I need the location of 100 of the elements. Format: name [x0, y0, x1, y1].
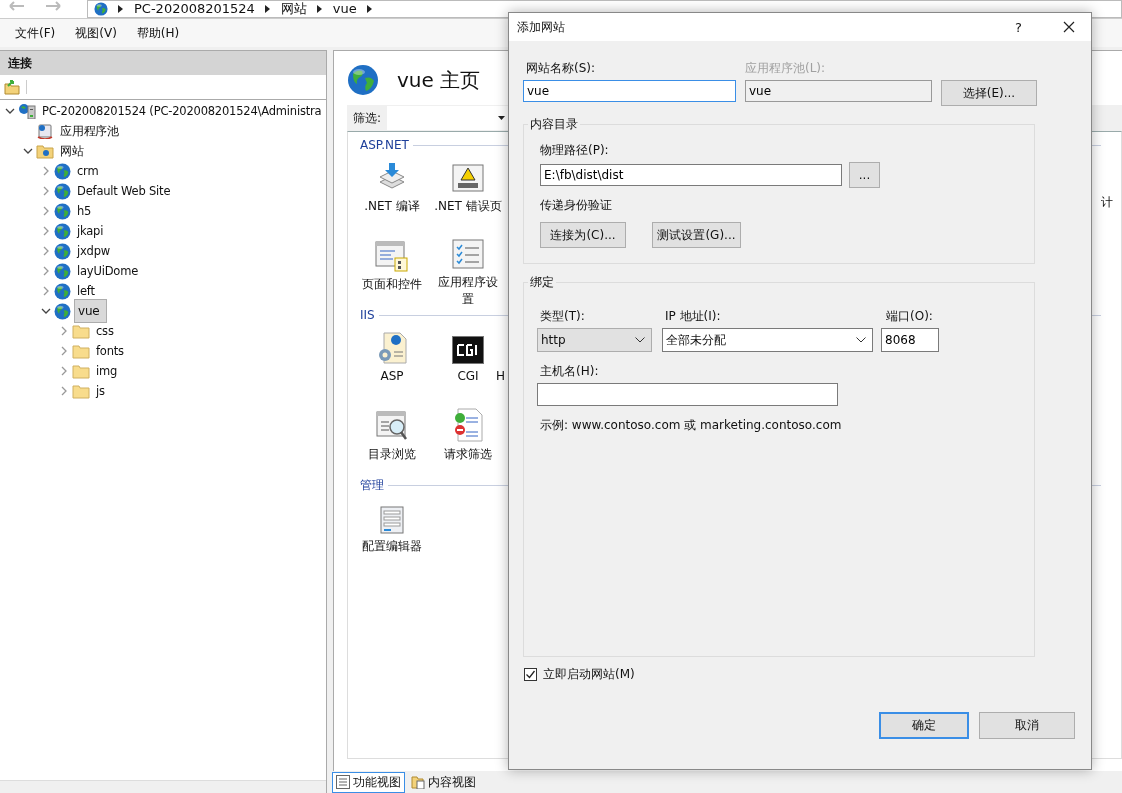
gear-page-icon [376, 332, 408, 364]
checkbox-label[interactable]: 立即启动网站(M) [543, 667, 635, 681]
tree-item[interactable]: vue [74, 299, 107, 323]
ok-button[interactable]: 确定 [879, 712, 969, 739]
globe-icon [94, 2, 108, 16]
select-button[interactable]: 选择(E)... [941, 80, 1037, 106]
back-icon[interactable] [9, 1, 25, 11]
feature-item[interactable]: 配置编辑器 [362, 538, 422, 555]
feature-item[interactable]: 请求筛选 [444, 446, 492, 463]
expand-icon[interactable] [41, 186, 51, 196]
help-button[interactable]: ? [1015, 19, 1035, 35]
connect-as-button[interactable]: 连接为(C)... [540, 222, 626, 248]
page-title: vue 主页 [397, 66, 481, 94]
globe-icon [54, 302, 71, 320]
menu-item[interactable]: 视图(V) [75, 24, 117, 42]
feature-item[interactable]: 目录浏览 [368, 446, 416, 463]
path-field[interactable]: E:\fb\dist\dist [540, 164, 842, 186]
expand-icon[interactable] [59, 326, 69, 336]
expand-icon[interactable] [41, 246, 51, 256]
feature-item[interactable]: 应用程序设置 [434, 274, 502, 308]
ip-dropdown[interactable]: 全部未分配 [662, 328, 873, 352]
filter-label: 筛选: [353, 109, 382, 127]
group-title: 内容目录 [529, 116, 579, 133]
site-name-field[interactable]: vue [523, 80, 736, 102]
expand-icon[interactable] [41, 226, 51, 236]
expand-icon[interactable] [59, 386, 69, 396]
tree-item[interactable]: PC-202008201524 (PC-202008201524\Administra [39, 103, 325, 119]
expand-icon[interactable] [41, 286, 51, 296]
folder-arrow-icon[interactable] [4, 79, 20, 95]
checkbox[interactable] [524, 667, 537, 681]
menu-item[interactable]: 文件(F) [15, 24, 56, 42]
expand-icon[interactable] [41, 206, 51, 216]
feature-item[interactable]: ASP [380, 368, 404, 385]
folder-icon [72, 343, 90, 359]
globe-icon [347, 64, 379, 96]
globe-icon [54, 202, 71, 220]
server-icon [18, 103, 36, 119]
view-tab[interactable]: 功能视图 [332, 771, 405, 793]
globe-icon [54, 242, 71, 260]
feature-item[interactable]: 计 [1101, 195, 1113, 209]
chevron-icon [316, 5, 323, 13]
auth-label: 传递身份验证 [540, 198, 613, 212]
tree-item[interactable]: h5 [74, 203, 95, 219]
filter-page-icon [452, 408, 484, 442]
field-label: 物理路径(P): [540, 143, 610, 157]
feature-item[interactable]: CGI [457, 368, 479, 385]
collapse-icon[interactable] [23, 146, 33, 156]
tree-item[interactable]: fonts [93, 343, 127, 359]
chevron-icon [118, 5, 124, 13]
tree-item[interactable]: jkapi [74, 223, 107, 239]
expand-icon[interactable] [41, 266, 51, 276]
dialog-title: 添加网站 [517, 18, 566, 36]
app-pool-icon [36, 123, 54, 139]
view-tab[interactable]: 内容视图 [407, 771, 480, 793]
type-dropdown[interactable]: http [537, 328, 652, 352]
chevron-down-icon [635, 337, 645, 343]
feature-item[interactable]: .NET 编译 [364, 198, 420, 215]
tree-item[interactable]: 应用程序池 [57, 122, 122, 140]
field-label: 应用程序池(L): [745, 61, 827, 75]
example-text: 示例: www.contoso.com 或 marketing.contoso.com [540, 418, 843, 432]
feature-item[interactable]: 页面和控件 [362, 276, 422, 293]
page-controls-icon [375, 240, 409, 272]
breadcrumb-item[interactable]: vue [332, 2, 357, 16]
expand-icon[interactable] [59, 366, 69, 376]
tree-item[interactable]: crm [74, 163, 102, 179]
browse-button[interactable]: ... [849, 162, 880, 188]
folder-icon [72, 383, 90, 399]
tree-item[interactable]: js [93, 383, 108, 399]
group-heading: IIS [360, 308, 375, 322]
dropdown-icon [498, 116, 506, 120]
forward-icon[interactable] [45, 1, 61, 11]
scrollbar[interactable] [0, 780, 326, 793]
tree-item[interactable]: 网站 [57, 142, 87, 160]
tree-item[interactable]: left [74, 283, 98, 299]
collapse-icon[interactable] [41, 306, 51, 316]
grid-icon [336, 775, 350, 789]
field-label: 类型(T): [539, 309, 586, 323]
field-label: IP 地址(I): [664, 309, 722, 323]
folder-icon [36, 143, 54, 159]
breadcrumb-item[interactable]: PC-202008201524 [134, 2, 255, 16]
collapse-icon[interactable] [5, 106, 15, 116]
globe-icon [54, 282, 71, 300]
test-settings-button[interactable]: 测试设置(G)... [652, 222, 741, 248]
close-icon[interactable] [1063, 21, 1075, 33]
expand-icon[interactable] [41, 166, 51, 176]
menu-item[interactable]: 帮助(H) [136, 24, 180, 42]
expand-icon[interactable] [59, 346, 69, 356]
cancel-button[interactable]: 取消 [979, 712, 1075, 739]
tree-item[interactable]: css [93, 323, 117, 339]
feature-item[interactable]: .NET 错误页 [434, 198, 502, 215]
filter-field[interactable] [387, 106, 509, 130]
tree-item[interactable]: Default Web Site [74, 183, 174, 199]
globe-icon [54, 222, 71, 240]
feature-item[interactable]: H [496, 368, 506, 385]
port-field[interactable]: 8068 [881, 328, 939, 352]
tree-item[interactable]: img [93, 363, 121, 379]
tree-item[interactable]: jxdpw [74, 243, 113, 259]
breadcrumb-item[interactable]: 网站 [280, 2, 307, 16]
tree-item[interactable]: layUiDome [74, 263, 142, 279]
host-name-field[interactable] [537, 383, 838, 406]
